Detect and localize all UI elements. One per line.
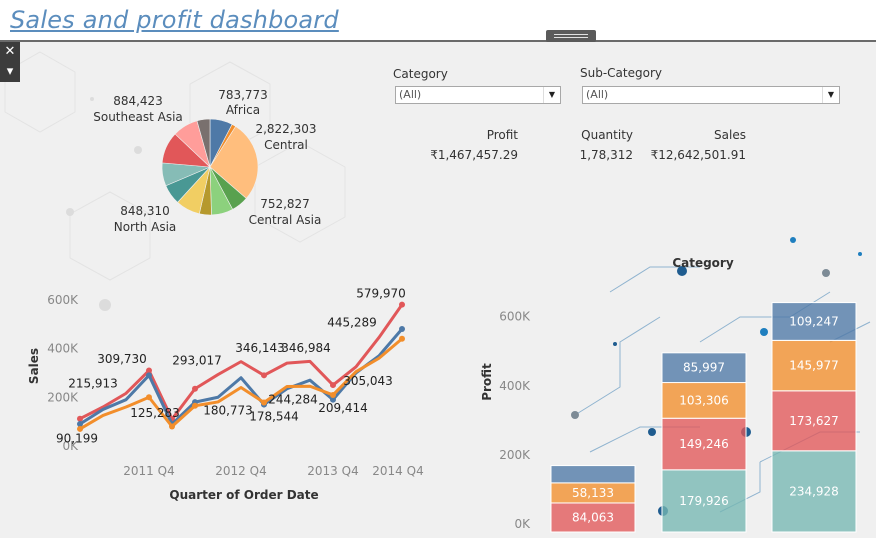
pie-label-value-central: 2,822,303 [255, 122, 316, 136]
pie-label-name-central-asia: Central Asia [249, 213, 322, 227]
bar-segment[interactable] [550, 465, 636, 484]
close-icon[interactable]: ✕ [0, 42, 20, 62]
bar-data-label: 173,627 [789, 414, 839, 428]
dashboard-title[interactable]: Sales and profit dashboard [10, 6, 339, 34]
pie-label-name-central: Central [264, 138, 308, 152]
resize-grip[interactable] [546, 30, 596, 42]
bar-data-label: 145,977 [789, 359, 839, 373]
kpi-header-quantity: Quantity [581, 128, 633, 142]
line-point[interactable] [192, 385, 198, 392]
line-x-tick: 2012 Q4 [215, 464, 266, 478]
bar-data-label: 179,926 [679, 494, 729, 508]
category-filter-dropdown[interactable]: (All) ▼ [395, 86, 561, 104]
pie-slices [161, 118, 259, 216]
line-y-tick: 200K [47, 390, 79, 404]
line-x-tick: 2013 Q4 [307, 464, 358, 478]
bar-data-label: 149,246 [679, 437, 729, 451]
bar-y-axis-title: Profit [480, 363, 494, 401]
bar-data-label: 85,997 [683, 361, 725, 375]
line-data-label: 579,970 [356, 286, 406, 300]
subcategory-filter-label: Sub-Category [580, 66, 662, 80]
line-point[interactable] [77, 415, 83, 422]
category-filter-value: (All) [399, 88, 422, 101]
pie-label-value-africa: 783,773 [218, 88, 268, 102]
bar-chart-title: Category [672, 256, 734, 270]
kpi-value-quantity: 1,78,312 [579, 148, 633, 162]
line-point[interactable] [261, 372, 267, 379]
line-point[interactable] [399, 301, 405, 308]
line-data-label: 293,017 [172, 353, 222, 367]
line-data-label: 309,730 [97, 352, 147, 366]
kpi-header-sales: Sales [714, 128, 746, 142]
kpi-header-profit: Profit [486, 128, 518, 142]
line-point[interactable] [192, 402, 198, 409]
line-point[interactable] [399, 326, 405, 332]
line-data-label: 346,143 [235, 341, 285, 355]
title-bar: Sales and profit dashboard [0, 0, 876, 42]
line-point[interactable] [146, 372, 152, 379]
menu-dropdown-icon[interactable]: ▾ [0, 62, 20, 82]
line-data-label: 215,913 [68, 377, 118, 391]
line-point[interactable] [330, 391, 336, 398]
line-data-label: 209,414 [318, 401, 368, 415]
dashboard-canvas: ✕ ▾ 884,423 Southeast Asia 783,773 Afric… [0, 42, 876, 538]
line-point[interactable] [169, 423, 175, 430]
chevron-down-icon: ▼ [543, 87, 560, 103]
line-data-label: 445,289 [327, 316, 377, 330]
kpi-value-sales: ₹12,642,501.91 [650, 148, 746, 162]
line-data-label: 90,199 [56, 431, 98, 445]
bar-data-label: 234,928 [789, 484, 839, 498]
line-point[interactable] [146, 394, 152, 401]
line-point[interactable] [399, 335, 405, 342]
sales-line-chart: 0K200K400K600K 2011 Q4 2012 Q4 2013 Q4 2014… [27, 286, 424, 502]
line-x-tick: 2011 Q4 [123, 464, 174, 478]
line-x-axis-title: Quarter of Order Date [169, 488, 318, 502]
profit-bar-chart: Category Profit 0K 200K 400K 600K 84,063 58,… [480, 256, 857, 533]
bar-data-label: 58,133 [572, 486, 614, 500]
line-y-axis-title: Sales [27, 348, 41, 384]
bar-data-label: 103,306 [679, 393, 729, 407]
line-data-label: 244,284 [268, 392, 318, 406]
bar-y-tick: 0K [514, 517, 531, 531]
pie-label-name-north-asia: North Asia [114, 220, 177, 234]
line-data-label: 180,773 [203, 403, 253, 417]
line-point[interactable] [261, 399, 267, 406]
line-y-tick: 600K [47, 293, 79, 307]
pie-label-value-central-asia: 752,827 [260, 197, 310, 211]
bar-y-tick: 600K [499, 310, 531, 324]
pie-label-name-southeast-asia: Southeast Asia [93, 110, 183, 124]
bar-data-label: 84,063 [572, 510, 614, 524]
subcategory-filter-value: (All) [586, 88, 609, 101]
pie-label-value-southeast-asia: 884,423 [113, 94, 163, 108]
bar-data-label: 109,247 [789, 314, 839, 328]
line-data-label: 305,043 [343, 374, 393, 388]
category-filter-label: Category [393, 67, 448, 81]
floating-toolbar: ✕ ▾ [0, 42, 20, 82]
line-data-label: 346,984 [281, 341, 331, 355]
region-pie-chart: 884,423 Southeast Asia 783,773 Africa 2,… [93, 88, 322, 234]
bar-y-tick: 400K [499, 379, 531, 393]
line-y-tick: 400K [47, 342, 79, 356]
bar-y-tick: 200K [499, 448, 531, 462]
line-data-label: 125,283 [130, 406, 180, 420]
line-point[interactable] [330, 382, 336, 389]
subcategory-filter-dropdown[interactable]: (All) ▼ [582, 86, 840, 104]
pie-label-name-africa: Africa [226, 103, 260, 117]
line-data-label: 178,544 [249, 409, 299, 423]
chevron-down-icon: ▼ [822, 87, 839, 103]
kpi-value-profit: ₹1,467,457.29 [430, 148, 518, 162]
line-x-tick: 2014 Q4 [372, 464, 423, 478]
pie-label-value-north-asia: 848,310 [120, 204, 170, 218]
